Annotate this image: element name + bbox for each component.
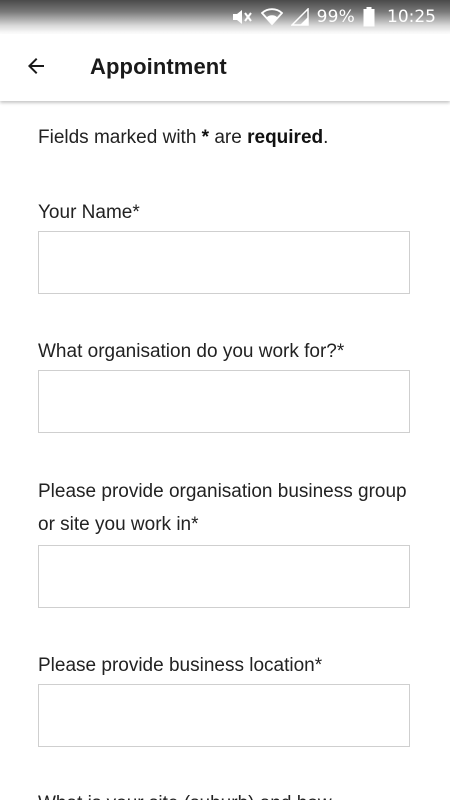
business-group-field-label: Please provide organisation business gro… <box>38 481 407 535</box>
intro-required-word: required <box>247 127 324 148</box>
status-time: 10:25 <box>387 7 436 27</box>
wifi-icon <box>260 8 283 26</box>
required-fields-note: Fields marked with * are required. <box>38 127 328 149</box>
screen: 99% 10:25 Appointment Fields marked with… <box>0 0 450 800</box>
intro-star: * <box>201 127 210 148</box>
mute-icon <box>231 8 253 26</box>
organisation-input[interactable] <box>38 370 410 433</box>
business-location-input[interactable] <box>38 684 410 747</box>
form-content[interactable]: Fields marked with * are required. Your … <box>0 101 450 800</box>
signal-icon <box>290 8 309 26</box>
battery-percent: 99% <box>316 7 355 27</box>
intro-middle: are <box>209 127 248 148</box>
business-group-input[interactable] <box>38 545 410 608</box>
intro-suffix: . <box>323 127 329 148</box>
organisation-field-label: What organisation do you work for?* <box>38 341 345 362</box>
name-field-label: Your Name* <box>38 202 140 223</box>
page-title: Appointment <box>90 54 227 79</box>
arrow-left-icon <box>24 54 48 83</box>
app-bar: Appointment <box>0 34 450 101</box>
name-input[interactable] <box>38 231 410 294</box>
intro-prefix: Fields marked with <box>38 127 202 148</box>
business-location-field-label: Please provide business location* <box>38 655 323 676</box>
status-bar: 99% 10:25 <box>0 0 450 34</box>
battery-icon <box>363 7 375 27</box>
status-icons: 99% 10:25 <box>231 6 436 28</box>
site-suburb-field-label: What is your site (suburb) and how <box>38 787 408 800</box>
back-button[interactable] <box>14 46 58 90</box>
